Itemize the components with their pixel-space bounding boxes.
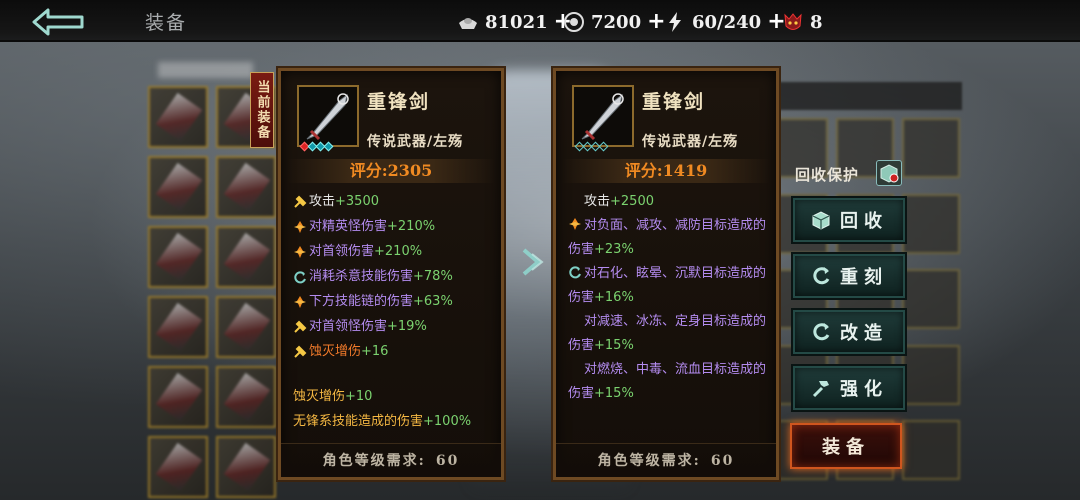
inventory-slot[interactable] xyxy=(216,366,276,428)
attribute-row: 下方技能链的伤害 +63% xyxy=(293,289,495,314)
attribute-list: 攻击 +3500 对精英怪伤害 +210% 对首领伤害 +210% 消耗杀意技能伤害 +… xyxy=(281,183,501,434)
item-name: 重锋剑 xyxy=(367,91,431,113)
add-coin-button[interactable]: + xyxy=(647,11,665,33)
recycle-protect-label: 回收保护 xyxy=(795,166,860,184)
hammer-icon xyxy=(294,195,307,208)
item-type: 传说武器/左殇 xyxy=(367,134,464,150)
coin-value: 7200 xyxy=(591,11,642,33)
resource-mask: 8 xyxy=(782,10,823,34)
inventory-slot[interactable] xyxy=(216,436,276,498)
flame-icon xyxy=(294,220,306,233)
attribute-row: 对精英怪伤害 +210% xyxy=(293,214,495,239)
equip-button[interactable]: 装备 xyxy=(790,423,902,469)
item-type: 传说武器/左殇 xyxy=(642,134,739,150)
demon-mask-icon xyxy=(784,13,802,30)
modify-button[interactable]: 改造 xyxy=(793,310,905,354)
inventory-slot[interactable] xyxy=(148,296,208,358)
attribute-row: 对石化、眩晕、沉默目标造成的伤害+16% xyxy=(568,266,767,305)
recycle-protect-toggle[interactable] xyxy=(876,160,902,186)
inventory-tabs-right-blur xyxy=(772,82,962,110)
current-item-panel: 重锋剑 传说武器/左殇 评分:2305 攻击 +3500 对精英怪伤害 +210% … xyxy=(278,68,504,480)
current-equipped-tag: 当前装备 xyxy=(250,72,274,148)
attribute-row: 对首领伤害 +210% xyxy=(293,239,495,264)
attribute-list: 攻击 +2500 对负面、减攻、减防目标造成的伤害+23% 对石化、眩晕、沉默目标… xyxy=(556,183,776,406)
inventory-slot[interactable] xyxy=(148,86,208,148)
attribute-row: 攻击 +2500 xyxy=(584,194,654,209)
page-title: 装备 xyxy=(145,12,188,34)
attribute-row: 蚀灭增伤 +16 xyxy=(293,339,495,364)
inventory-slot[interactable] xyxy=(216,226,276,288)
level-requirement: 角色等级需求: 60 xyxy=(281,443,501,477)
cycle-icon xyxy=(294,270,306,283)
coin-icon xyxy=(564,12,584,32)
attribute-row: 对燃烧、中毒、流血目标造成的伤害+15% xyxy=(568,362,767,401)
resource-coin[interactable]: 7200 + xyxy=(563,10,666,34)
hammer-icon xyxy=(294,320,307,333)
gem-slots xyxy=(299,141,334,152)
inventory-slot[interactable] xyxy=(902,269,960,330)
sword-icon xyxy=(572,85,634,147)
inventory-tabs-blur xyxy=(158,62,253,78)
attribute-row: 对负面、减攻、减防目标造成的伤害+23% xyxy=(568,218,767,257)
level-requirement: 角色等级需求: 60 xyxy=(556,443,776,477)
inventory-slot[interactable] xyxy=(902,193,960,254)
inventory-slot[interactable] xyxy=(216,296,276,358)
compare-arrow-icon xyxy=(522,248,544,276)
cycle-icon xyxy=(813,267,830,285)
cycle-icon xyxy=(569,266,581,279)
extra-attribute-row: 无锋系技能造成的伤害 +100% xyxy=(293,414,472,429)
flame-icon xyxy=(294,245,306,258)
inventory-slot[interactable] xyxy=(148,436,208,498)
inventory-slot[interactable] xyxy=(902,344,960,405)
inventory-slot[interactable] xyxy=(216,156,276,218)
mask-value: 8 xyxy=(810,11,823,33)
new-item-panel: 重锋剑 传说武器/左殇 评分:1419 攻击 +2500 对负面、减攻、减防目标造… xyxy=(553,68,779,480)
gem-empty-icon xyxy=(598,141,609,152)
attribute-row: 对减速、冰冻、定身目标造成的伤害+15% xyxy=(568,314,767,353)
flame-icon xyxy=(294,295,306,308)
hammer-icon xyxy=(812,381,829,398)
top-bar: 装备 81021 + 7200 + 60/240 + 8 xyxy=(0,0,1080,42)
inventory-slot[interactable] xyxy=(148,366,208,428)
extra-attribute-row: 蚀灭增伤 +10 xyxy=(293,389,373,404)
hammer-icon xyxy=(294,345,307,358)
item-score: 评分:2305 xyxy=(287,159,495,183)
item-name: 重锋剑 xyxy=(642,91,706,113)
sword-icon xyxy=(297,85,359,147)
box-lock-icon xyxy=(880,164,899,183)
attribute-row: 攻击 +3500 xyxy=(293,189,495,214)
reforge-button[interactable]: 重刻 xyxy=(793,254,905,298)
resource-silver[interactable]: 81021 + xyxy=(457,10,572,34)
back-arrow-icon xyxy=(32,8,84,36)
recycle-button[interactable]: 回收 xyxy=(793,198,905,242)
flame-icon xyxy=(569,218,581,230)
resource-energy[interactable]: 60/240 + xyxy=(664,10,786,34)
silver-ingot-icon xyxy=(459,18,477,29)
attribute-row: 消耗杀意技能伤害 +78% xyxy=(293,264,495,289)
gem-slots xyxy=(574,141,609,152)
energy-value: 60/240 xyxy=(692,11,762,33)
silver-value: 81021 xyxy=(485,11,548,33)
box-icon xyxy=(812,211,830,230)
gem-blue-icon xyxy=(323,141,334,152)
cycle-icon xyxy=(813,323,830,341)
inventory-slot[interactable] xyxy=(148,226,208,288)
lightning-icon xyxy=(669,12,681,32)
inventory-slot[interactable] xyxy=(902,420,960,481)
enhance-button[interactable]: 强化 xyxy=(793,366,905,410)
attribute-row: 对首领怪伤害 +19% xyxy=(293,314,495,339)
inventory-slot[interactable] xyxy=(148,156,208,218)
back-button[interactable] xyxy=(26,6,90,38)
item-score: 评分:1419 xyxy=(562,159,770,183)
inventory-slot[interactable] xyxy=(902,118,960,178)
